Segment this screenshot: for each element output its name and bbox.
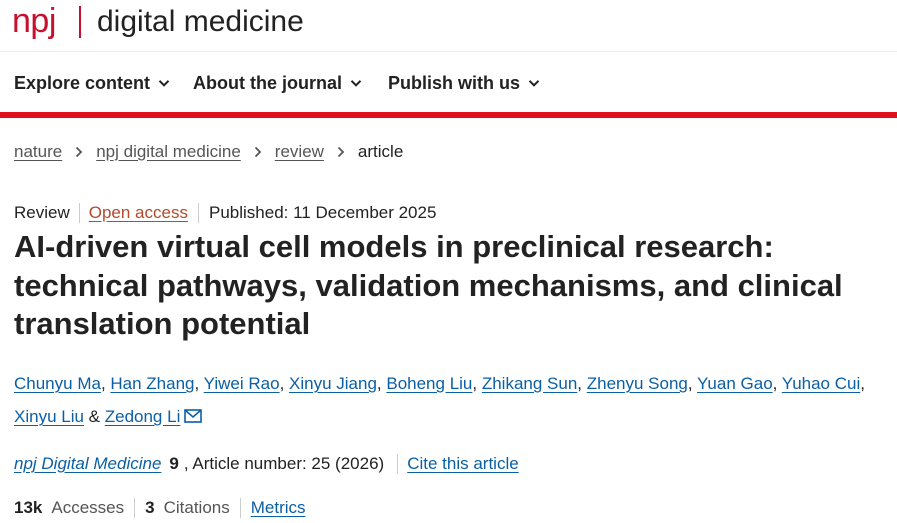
published-date: Published: 11 December 2025 <box>208 203 437 222</box>
accesses-count: 13k <box>14 498 43 517</box>
article-type: Review <box>14 203 80 223</box>
nav-label: Publish with us <box>388 72 521 93</box>
author-separator: , <box>279 374 290 393</box>
article-metrics: 13k Accesses 3 Citations Metrics <box>14 496 306 520</box>
chevron-down-icon <box>350 77 362 89</box>
nav-label: About the journal <box>193 72 342 93</box>
breadcrumb-npj-digital-medicine[interactable]: npj digital medicine <box>96 142 241 162</box>
open-access-link[interactable]: Open access <box>80 203 199 223</box>
citation-info: npj Digital Medicine 9 , Article number:… <box>14 452 519 476</box>
author-link[interactable]: Chunyu Ma <box>14 374 101 393</box>
npj-logo[interactable]: npj <box>12 1 56 41</box>
author-separator: , <box>100 374 111 393</box>
author-link[interactable]: Zhenyu Song <box>587 374 688 393</box>
author-list: Chunyu Ma, Han Zhang, Yiwei Rao, Xinyu J… <box>14 367 884 433</box>
chevron-down-icon <box>158 77 170 89</box>
author-separator: & <box>83 407 105 426</box>
author-separator: , <box>772 374 782 393</box>
author-link[interactable]: Yiwei Rao <box>204 374 280 393</box>
breadcrumb-nature[interactable]: nature <box>14 142 62 162</box>
header-accent-rule <box>0 112 897 118</box>
article-title: AI-driven virtual cell models in preclin… <box>14 229 843 341</box>
citations-count: 3 <box>145 498 155 517</box>
breadcrumb: nature npj digital medicine review artic… <box>14 140 403 164</box>
author-separator: , <box>577 374 587 393</box>
citations-label: Citations <box>163 498 230 517</box>
author-link[interactable]: Xinyu Liu <box>14 407 84 426</box>
chevron-right-icon <box>336 146 346 158</box>
author-separator: , <box>472 374 482 393</box>
article-number: , Article number: 25 (2026) <box>184 454 399 474</box>
chevron-right-icon <box>253 146 263 158</box>
logo-divider <box>79 6 81 38</box>
nav-publish-with-us[interactable]: Publish with us <box>388 64 540 102</box>
journal-brand-title[interactable]: digital medicine <box>97 3 304 41</box>
journal-link[interactable]: npj Digital Medicine <box>14 454 161 474</box>
author-link[interactable]: Boheng Liu <box>386 374 472 393</box>
author-separator: , <box>860 374 865 393</box>
author-link[interactable]: Yuan Gao <box>697 374 773 393</box>
metrics-link[interactable]: Metrics <box>251 498 306 518</box>
author-link[interactable]: Yuhao Cui <box>782 374 860 393</box>
author-link[interactable]: Xinyu Jiang <box>289 374 377 393</box>
cite-this-article-link[interactable]: Cite this article <box>407 454 518 474</box>
author-link[interactable]: Han Zhang <box>110 374 194 393</box>
nav-about-journal[interactable]: About the journal <box>193 64 362 102</box>
chevron-right-icon <box>74 146 84 158</box>
article-meta: Review Open access Published: 11 Decembe… <box>14 201 436 225</box>
envelope-icon[interactable] <box>184 401 203 423</box>
nav-label: Explore content <box>14 72 151 93</box>
authors-container: Chunyu Ma, Han Zhang, Yiwei Rao, Xinyu J… <box>14 374 865 426</box>
citations-group: 3 Citations <box>145 498 241 518</box>
breadcrumb-review[interactable]: review <box>275 142 324 162</box>
chevron-down-icon <box>528 77 540 89</box>
volume-number: 9 <box>169 454 179 473</box>
author-link[interactable]: Zedong Li <box>105 407 181 426</box>
nav-explore-content[interactable]: Explore content <box>14 64 170 102</box>
author-separator: , <box>376 374 387 393</box>
main-nav: Explore content About the journal Publis… <box>0 64 897 104</box>
author-separator: , <box>687 374 698 393</box>
site-header: npj digital medicine <box>0 0 897 52</box>
accesses-group: 13k Accesses <box>14 498 136 518</box>
accesses-label: Accesses <box>51 498 125 517</box>
breadcrumb-current: article <box>357 142 404 161</box>
author-separator: , <box>194 374 204 393</box>
author-link[interactable]: Zhikang Sun <box>482 374 577 393</box>
